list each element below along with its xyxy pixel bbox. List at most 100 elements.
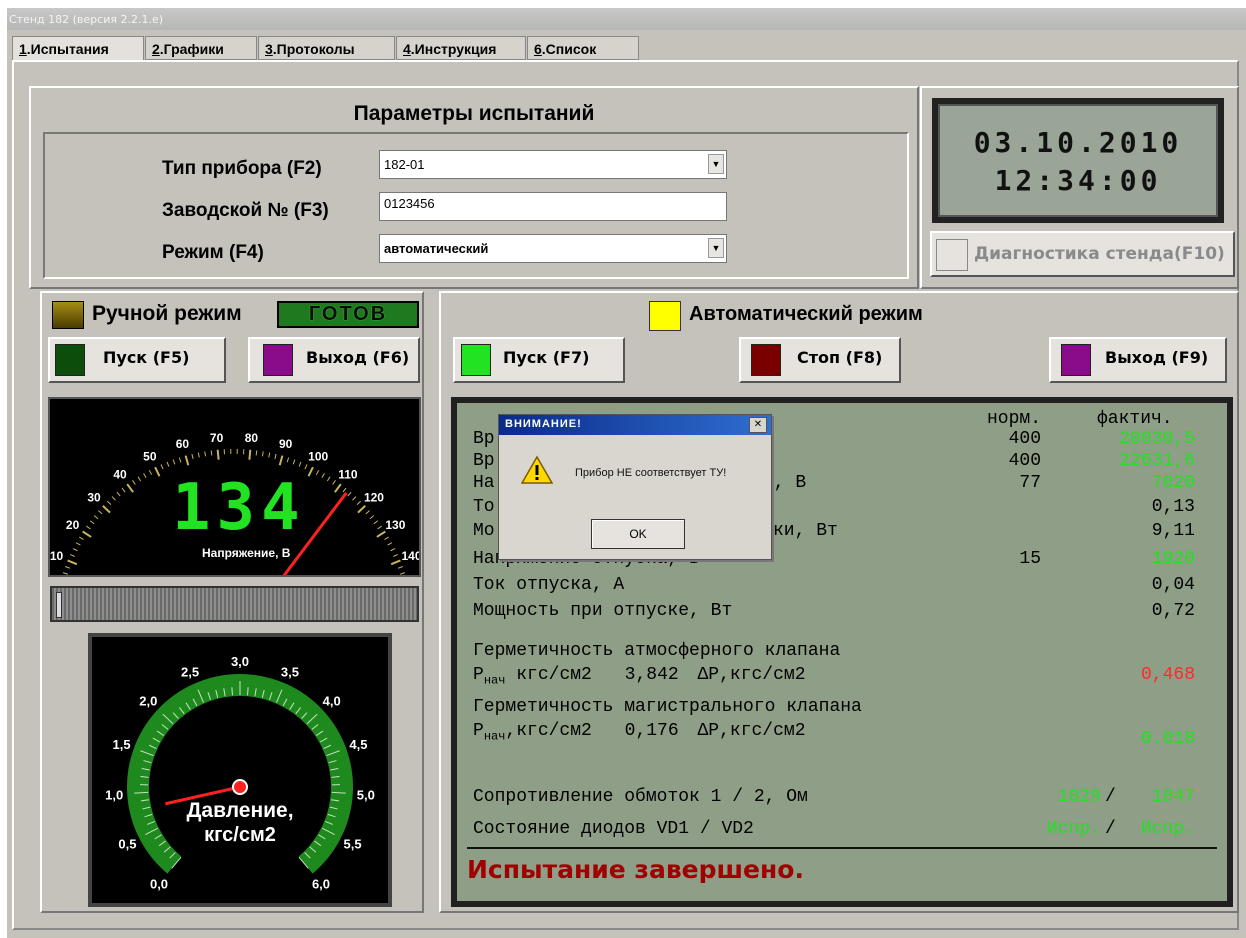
voltage-tick bbox=[132, 480, 136, 485]
dialog-title: ВНИМАНИЕ! bbox=[505, 418, 582, 430]
tab-graphs[interactable]: 2.Графики bbox=[145, 36, 257, 60]
ready-indicator: ГОТОВ bbox=[277, 301, 419, 328]
pressure-tick-label: 1,0 bbox=[105, 787, 123, 802]
stop-color-icon bbox=[751, 344, 781, 376]
params-title: Параметры испытаний bbox=[353, 102, 595, 125]
voltage-gauge-svg: 0102030405060708090100110120130140150 13… bbox=[43, 431, 432, 610]
result-row-label: Мо bbox=[473, 521, 495, 541]
start-color-icon bbox=[55, 344, 85, 376]
voltage-tick-label: 140 bbox=[401, 549, 419, 563]
voltage-tick bbox=[172, 459, 176, 465]
voltage-tick bbox=[292, 459, 296, 465]
diagnostics-button[interactable]: Диагностика стенда(F10) bbox=[930, 231, 1235, 277]
atm-dp: ΔР,кгс/см2 bbox=[697, 665, 806, 685]
clock-display: 03.10.2010 12:34:00 bbox=[938, 104, 1218, 217]
tab-label: .Список bbox=[541, 41, 597, 57]
mode-select[interactable]: автоматический ▼ bbox=[379, 234, 727, 263]
voltage-tick-label: 70 bbox=[210, 431, 224, 445]
ready-text: ГОТОВ bbox=[308, 303, 388, 325]
voltage-tick bbox=[397, 566, 403, 569]
voltage-tick bbox=[390, 548, 396, 552]
voltage-tick bbox=[79, 536, 84, 541]
pressure-gauge-svg: 0,00,51,01,52,02,53,03,54,04,55,05,56,0 … bbox=[105, 654, 375, 892]
voltage-tick bbox=[326, 476, 331, 482]
serial-input[interactable]: 0123456 bbox=[379, 192, 727, 221]
mode-value: автоматический bbox=[384, 241, 489, 256]
mag-dp: ΔР,кгс/см2 bbox=[697, 721, 806, 741]
tab-label: .Протоколы bbox=[272, 41, 355, 57]
voltage-tick bbox=[298, 461, 302, 467]
voltage-tick bbox=[148, 469, 153, 475]
voltage-tick bbox=[166, 461, 170, 467]
manual-exit-button[interactable]: Выход (F6) bbox=[248, 337, 420, 383]
clock-date: 03.10.2010 bbox=[973, 126, 1183, 159]
manual-start-button[interactable]: Пуск (F5) bbox=[48, 337, 226, 383]
result-row-label: Ток отпуска, А bbox=[473, 575, 625, 595]
atm-line: Рнач кгс/см2 3,842 ΔР,кгс/см2 bbox=[473, 665, 806, 688]
voltage-tick bbox=[210, 450, 213, 456]
voltage-tick bbox=[307, 466, 314, 477]
checkbox-icon bbox=[936, 239, 968, 271]
diode-value-1: Испр. bbox=[1046, 819, 1101, 839]
dialog-titlebar: ВНИМАНИЕ! ✕ bbox=[499, 415, 771, 435]
voltage-tick-label: 20 bbox=[66, 518, 80, 532]
voltage-tick bbox=[304, 464, 308, 470]
auto-start-button[interactable]: Пуск (F7) bbox=[453, 337, 625, 383]
tab-hotkey: 3 bbox=[265, 41, 273, 57]
voltage-tick bbox=[102, 505, 111, 514]
tab-list[interactable]: 6.Список bbox=[527, 36, 639, 60]
params-panel: Параметры испытаний Тип прибора (F2) 182… bbox=[29, 86, 919, 289]
tab-instructions[interactable]: 4.Инструкция bbox=[396, 36, 526, 60]
pressure-tick-label: 2,0 bbox=[139, 694, 157, 709]
result-row-fact: 22631,6 bbox=[1119, 451, 1195, 471]
voltage-tick bbox=[342, 487, 347, 493]
auto-label: Автоматический режим bbox=[689, 303, 923, 325]
close-icon[interactable]: ✕ bbox=[749, 417, 767, 433]
pressure-tick-label: 6,0 bbox=[312, 877, 330, 892]
mag-p: Р bbox=[473, 721, 484, 741]
voltage-tick-label: 130 bbox=[385, 518, 405, 532]
status-text: Испытание завершено. bbox=[467, 855, 804, 884]
chevron-down-icon[interactable]: ▼ bbox=[708, 154, 724, 174]
resistance-value-2: 1047 bbox=[1151, 787, 1195, 807]
clock-time: 12:34:00 bbox=[994, 164, 1162, 197]
device-type-select[interactable]: 182-01 ▼ bbox=[379, 150, 727, 179]
start-color-icon bbox=[461, 344, 491, 376]
pressure-tick bbox=[231, 687, 234, 696]
atm-p: Р bbox=[473, 665, 484, 685]
mag-sub: нач bbox=[483, 729, 506, 744]
voltage-tick bbox=[178, 457, 182, 463]
result-row-label: Вр bbox=[473, 429, 495, 449]
col-norm-header: норм. bbox=[987, 409, 1042, 429]
device-type-value: 182-01 bbox=[384, 157, 425, 172]
voltage-tick bbox=[347, 491, 352, 497]
voltage-tick bbox=[143, 473, 147, 478]
resistance-label: Сопротивление обмоток 1 / 2, Ом bbox=[473, 787, 808, 807]
pressure-tick-label: 0,5 bbox=[118, 837, 136, 852]
voltage-tick bbox=[286, 457, 290, 463]
voltage-tick bbox=[261, 451, 264, 457]
voltage-gauge: 0102030405060708090100110120130140150 13… bbox=[43, 397, 432, 610]
pressure-tick-label: 0,0 bbox=[150, 877, 168, 892]
voltage-tick bbox=[373, 520, 379, 525]
voltage-tick-label: 120 bbox=[364, 491, 384, 505]
voltage-tick bbox=[72, 548, 78, 552]
pressure-tick bbox=[246, 687, 249, 696]
tab-tests[interactable]: 1.Испытания bbox=[12, 36, 144, 60]
auto-exit-button[interactable]: Выход (F9) bbox=[1049, 337, 1227, 383]
auto-stop-button[interactable]: Стоп (F8) bbox=[739, 337, 901, 383]
dialog-ok-button[interactable]: OK bbox=[591, 519, 685, 549]
voltage-tick bbox=[197, 452, 200, 458]
chevron-down-icon[interactable]: ▼ bbox=[708, 238, 724, 258]
result-row-norm: 15 bbox=[1019, 549, 1041, 569]
results-divider bbox=[467, 847, 1217, 849]
mag-value: 0,176 bbox=[624, 721, 679, 741]
voltage-tick bbox=[369, 515, 375, 520]
voltage-tick bbox=[191, 453, 194, 459]
voltage-tick bbox=[274, 453, 277, 459]
voltage-tick bbox=[137, 476, 142, 482]
pressure-tick-label: 2,5 bbox=[181, 664, 199, 679]
tab-label: .Графики bbox=[159, 41, 224, 57]
voltage-digital-readout: 134 bbox=[172, 471, 306, 545]
tab-protocols[interactable]: 3.Протоколы bbox=[258, 36, 395, 60]
